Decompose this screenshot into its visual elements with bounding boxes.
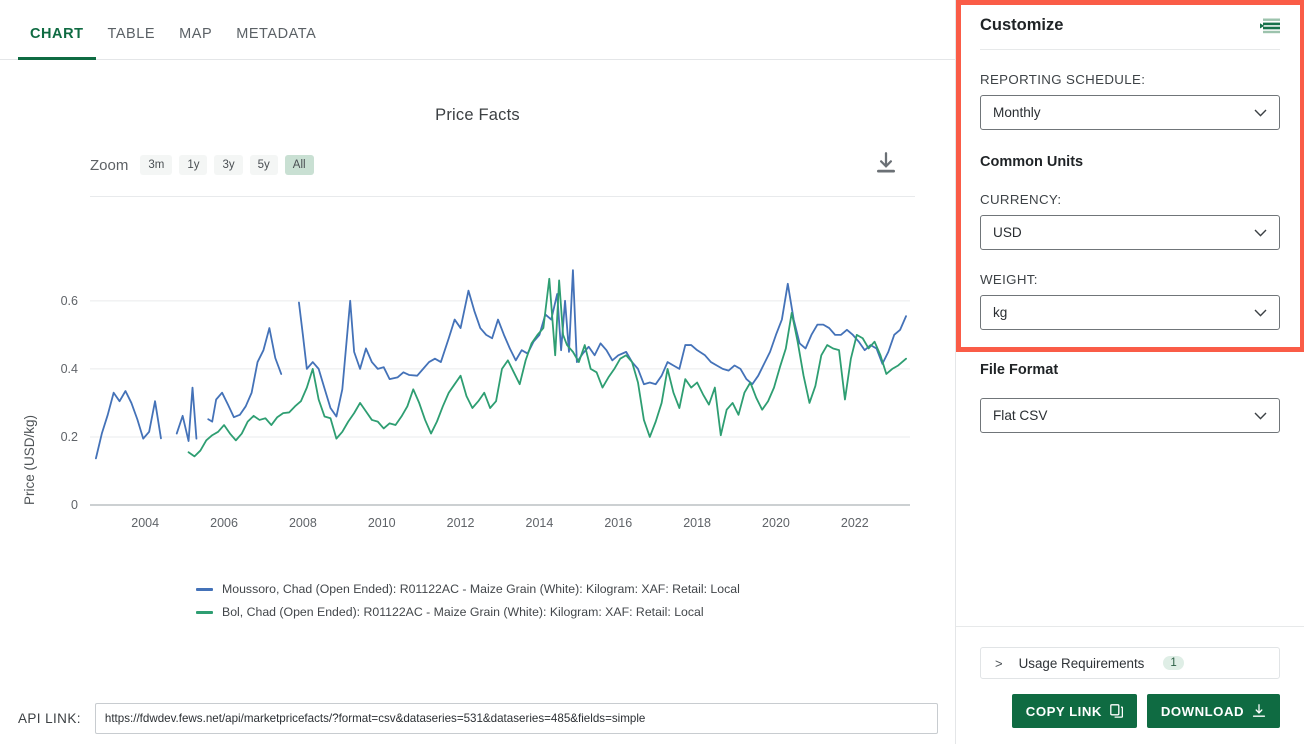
chart-plot: Price (USD/kg) 0 0.2 0.4 0.6 2004 2006 2008 201… [0, 205, 955, 550]
legend-item-bol[interactable]: Bol, Chad (Open Ended): R01122AC - Maize… [196, 601, 740, 624]
line-chart-svg: 0 0.2 0.4 0.6 2004 2006 2008 2010 2012 2014 2016 20… [61, 269, 910, 530]
zoom-control: Zoom 3m 1y 3y 5y All [90, 155, 314, 175]
svg-text:2006: 2006 [210, 516, 238, 530]
file-format-select[interactable]: Flat CSV [980, 398, 1280, 433]
chevron-right-icon: > [995, 655, 1003, 671]
chevron-down-icon [1254, 229, 1267, 237]
copy-link-label: COPY LINK [1025, 703, 1102, 719]
customize-panel-footer: > Usage Requirements 1 COPY LINK DOWNLOA… [956, 626, 1304, 744]
app-root: CHART TABLE MAP METADATA Price Facts Zoo… [0, 0, 1304, 744]
reporting-schedule-label: REPORTING SCHEDULE: [980, 72, 1146, 87]
tab-metadata[interactable]: METADATA [224, 26, 328, 59]
svg-text:2016: 2016 [604, 516, 632, 530]
customize-panel-body: Customize REPORTING SCHEDULE: Monthly Co… [956, 0, 1304, 433]
currency-value: USD [993, 225, 1022, 240]
legend-label-moussoro: Moussoro, Chad (Open Ended): R01122AC - … [222, 582, 740, 596]
tab-map[interactable]: MAP [167, 26, 224, 59]
svg-text:2014: 2014 [526, 516, 554, 530]
currency-label: CURRENCY: [980, 192, 1062, 207]
api-link-input[interactable] [94, 703, 938, 734]
legend-item-moussoro[interactable]: Moussoro, Chad (Open Ended): R01122AC - … [196, 578, 740, 601]
svg-text:2022: 2022 [841, 516, 869, 530]
download-icon[interactable] [873, 150, 899, 176]
svg-text:0.4: 0.4 [61, 362, 78, 376]
zoom-button-3y[interactable]: 3y [214, 155, 243, 175]
zoom-button-all[interactable]: All [284, 155, 314, 175]
customize-panel: Customize REPORTING SCHEDULE: Monthly Co… [955, 0, 1304, 744]
tab-table[interactable]: TABLE [96, 26, 168, 59]
api-link-label: API LINK: [18, 711, 81, 726]
chart-title: Price Facts [435, 106, 520, 124]
svg-text:0.6: 0.6 [61, 294, 78, 308]
svg-text:0: 0 [71, 498, 78, 512]
zoom-button-3m[interactable]: 3m [140, 155, 173, 175]
usage-requirements-label: Usage Requirements [1018, 655, 1145, 671]
download-icon [1252, 704, 1266, 717]
svg-text:2010: 2010 [368, 516, 396, 530]
svg-text:2020: 2020 [762, 516, 790, 530]
chevron-down-icon [1254, 309, 1267, 317]
weight-label: WEIGHT: [980, 272, 1038, 287]
tab-bar: CHART TABLE MAP METADATA [0, 0, 955, 60]
download-label: DOWNLOAD [1160, 703, 1244, 719]
weight-value: kg [993, 305, 1008, 320]
chart-legend: Moussoro, Chad (Open Ended): R01122AC - … [196, 578, 740, 624]
customize-panel-title: Customize [980, 16, 1064, 34]
api-link-row: API LINK: [18, 703, 938, 734]
panel-action-buttons: COPY LINK DOWNLOAD [980, 694, 1280, 728]
legend-label-bol: Bol, Chad (Open Ended): R01122AC - Maize… [222, 605, 704, 619]
y-axis-title: Price (USD/kg) [22, 414, 37, 505]
zoom-label: Zoom [90, 156, 129, 174]
svg-text:2008: 2008 [289, 516, 317, 530]
chevron-down-icon [1254, 109, 1267, 117]
currency-select[interactable]: USD [980, 215, 1280, 250]
legend-swatch-moussoro [196, 588, 213, 591]
common-units-heading: Common Units [980, 154, 1084, 170]
svg-text:2018: 2018 [683, 516, 711, 530]
download-button[interactable]: DOWNLOAD [1146, 694, 1280, 728]
zoom-button-5y[interactable]: 5y [249, 155, 278, 175]
chart-header-divider [90, 196, 915, 197]
customize-panel-header: Customize [980, 16, 1280, 50]
chevron-down-icon [1254, 412, 1267, 420]
copy-link-button[interactable]: COPY LINK [1011, 694, 1137, 728]
weight-select[interactable]: kg [980, 295, 1280, 330]
svg-text:2004: 2004 [131, 516, 159, 530]
reporting-schedule-select[interactable]: Monthly [980, 95, 1280, 130]
list-settings-icon[interactable] [1260, 18, 1280, 34]
file-format-value: Flat CSV [993, 408, 1048, 423]
file-format-heading: File Format [980, 362, 1059, 378]
svg-text:2012: 2012 [447, 516, 475, 530]
usage-requirements-toggle[interactable]: > Usage Requirements 1 [980, 647, 1280, 679]
reporting-schedule-value: Monthly [993, 105, 1041, 120]
svg-text:0.2: 0.2 [61, 430, 78, 444]
zoom-button-1y[interactable]: 1y [179, 155, 208, 175]
tab-chart[interactable]: CHART [18, 26, 96, 60]
legend-swatch-bol [196, 611, 213, 614]
usage-requirements-count: 1 [1163, 656, 1184, 670]
copy-icon [1110, 704, 1123, 718]
main-content: CHART TABLE MAP METADATA Price Facts Zoo… [0, 0, 955, 744]
